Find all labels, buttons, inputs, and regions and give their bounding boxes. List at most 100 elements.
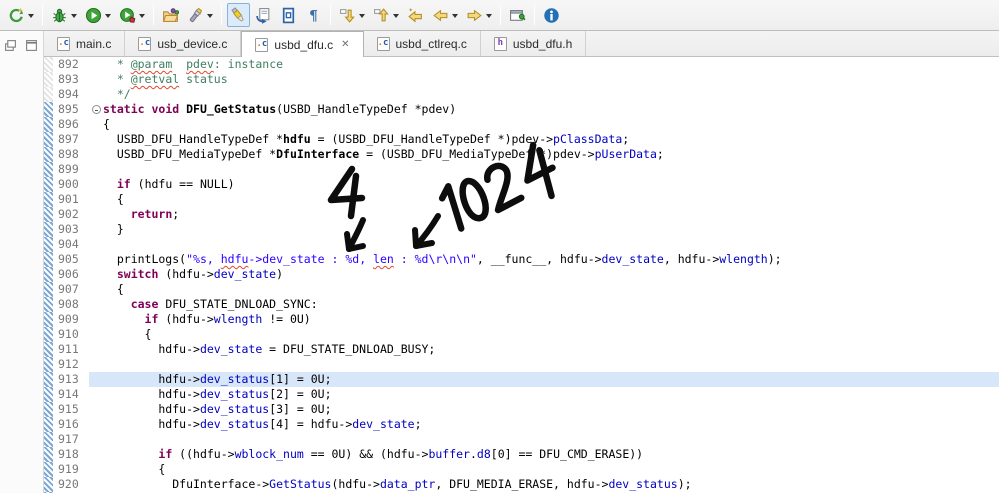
next-annotation-dropdown-arrow[interactable]	[359, 14, 365, 18]
forward-button[interactable]	[463, 3, 495, 27]
line-number: 898	[58, 147, 79, 161]
code-line-916[interactable]: 916 hdfu->dev_status[4] = hdfu->dev_stat…	[44, 417, 999, 432]
change-bar	[44, 72, 53, 87]
code-line-902[interactable]: 902 return;	[44, 207, 999, 222]
code-line-910[interactable]: 910 {	[44, 327, 999, 342]
tab-label: usbd_dfu.h	[512, 36, 573, 51]
run-icon	[85, 7, 102, 24]
fold-margin	[89, 372, 103, 387]
code-line-917[interactable]: 917	[44, 432, 999, 447]
change-bar	[44, 477, 53, 492]
code-text: hdfu->dev_status[2] = 0U;	[103, 387, 332, 401]
code-line-897[interactable]: 897 USBD_DFU_HandleTypeDef *hdfu = (USBD…	[44, 132, 999, 147]
code-line-908[interactable]: 908 case DFU_STATE_DNLOAD_SYNC:	[44, 297, 999, 312]
tab-usbd_dfu.h[interactable]: h usbd_dfu.h	[481, 31, 587, 56]
line-number: 901	[58, 192, 79, 206]
fold-margin	[89, 357, 103, 372]
code-line-892[interactable]: 892 * @param pdev: instance	[44, 57, 999, 72]
mark-occurrences-button[interactable]	[227, 3, 250, 27]
left-view-trim	[0, 31, 44, 493]
link-with-editor-icon	[255, 7, 272, 24]
run-dropdown-arrow[interactable]	[105, 14, 111, 18]
collapse-fold-icon[interactable]	[91, 105, 101, 114]
code-text: {	[103, 462, 166, 476]
fold-margin	[89, 117, 103, 132]
debug-button[interactable]	[48, 3, 80, 27]
code-line-920[interactable]: 920 DfuInterface->GetStatus(hdfu->data_p…	[44, 477, 999, 492]
debug-icon	[51, 7, 68, 24]
code-line-915[interactable]: 915 hdfu->dev_status[3] = 0U;	[44, 402, 999, 417]
line-number: 892	[58, 57, 79, 71]
code-line-904[interactable]: 904	[44, 237, 999, 252]
code-editor[interactable]: 892 * @param pdev: instance 893 * @retval…	[44, 57, 999, 493]
line-number: 913	[58, 372, 79, 386]
toolbar-separator	[330, 5, 331, 25]
change-bar	[44, 417, 53, 432]
change-bar	[44, 357, 53, 372]
code-line-907[interactable]: 907 {	[44, 282, 999, 297]
code-line-894[interactable]: 894 */	[44, 87, 999, 102]
change-bar	[44, 267, 53, 282]
code-line-913[interactable]: 913 hdfu->dev_status[1] = 0U;	[44, 372, 999, 387]
open-element-button[interactable]	[159, 3, 182, 27]
last-edit-location-button[interactable]	[404, 3, 427, 27]
code-line-919[interactable]: 919 {	[44, 462, 999, 477]
info-button[interactable]	[540, 3, 563, 27]
code-line-896[interactable]: 896 {	[44, 117, 999, 132]
search-dropdown-arrow[interactable]	[207, 14, 213, 18]
change-bar	[44, 462, 53, 477]
close-tab-icon[interactable]: ✕	[341, 39, 349, 50]
profile-button[interactable]	[116, 3, 148, 27]
debug-dropdown-arrow[interactable]	[71, 14, 77, 18]
change-bar	[44, 117, 53, 132]
code-line-914[interactable]: 914 hdfu->dev_status[2] = 0U;	[44, 387, 999, 402]
link-with-editor-button[interactable]	[252, 3, 275, 27]
code-line-900[interactable]: 900 if (hdfu == NULL)	[44, 177, 999, 192]
show-whitespace-button[interactable]: ¶	[302, 3, 325, 27]
code-line-905[interactable]: 905 printLogs("%s, hdfu->dev_state : %d,…	[44, 252, 999, 267]
change-bar	[44, 447, 53, 462]
code-line-918[interactable]: 918 if ((hdfu->wblock_num == 0U) && (hdf…	[44, 447, 999, 462]
previous-annotation-button[interactable]	[370, 3, 402, 27]
tab-main.c[interactable]: . c main.c	[44, 31, 126, 56]
tab-usbd_ctlreq.c[interactable]: . c usbd_ctlreq.c	[364, 31, 481, 56]
code-line-921[interactable]: 921 }	[44, 492, 999, 493]
pin-editor-button[interactable]	[506, 3, 529, 27]
forward-dropdown-arrow[interactable]	[486, 14, 492, 18]
show-annotations-button[interactable]	[277, 3, 300, 27]
back-icon	[432, 7, 449, 24]
code-line-899[interactable]: 899	[44, 162, 999, 177]
tab-usbd_dfu.c[interactable]: . c usbd_dfu.c ✕	[241, 31, 364, 57]
line-number: 909	[58, 312, 79, 326]
restore-pane-button[interactable]	[2, 37, 18, 53]
previous-annotation-dropdown-arrow[interactable]	[393, 14, 399, 18]
fold-margin	[89, 87, 103, 102]
new-launch-button[interactable]	[5, 3, 37, 27]
c-file-icon: .c	[255, 37, 269, 52]
code-line-901[interactable]: 901 {	[44, 192, 999, 207]
code-line-909[interactable]: 909 if (hdfu->wlength != 0U)	[44, 312, 999, 327]
fold-margin	[89, 312, 103, 327]
search-button[interactable]	[184, 3, 216, 27]
new-launch-dropdown-arrow[interactable]	[28, 14, 34, 18]
code-text: */	[103, 87, 131, 101]
fold-margin	[89, 237, 103, 252]
code-line-898[interactable]: 898 USBD_DFU_MediaTypeDef *DfuInterface …	[44, 147, 999, 162]
back-button[interactable]	[429, 3, 461, 27]
code-line-911[interactable]: 911 hdfu->dev_state = DFU_STATE_DNLOAD_B…	[44, 342, 999, 357]
code-line-912[interactable]: 912	[44, 357, 999, 372]
run-button[interactable]	[82, 3, 114, 27]
tab-usb_device.c[interactable]: . c usb_device.c	[125, 31, 242, 56]
next-annotation-button[interactable]	[336, 3, 368, 27]
back-dropdown-arrow[interactable]	[452, 14, 458, 18]
code-line-895[interactable]: 895 static void DFU_GetStatus(USBD_Handle…	[44, 102, 999, 117]
code-line-893[interactable]: 893 * @retval status	[44, 72, 999, 87]
line-number: 917	[58, 432, 79, 446]
line-number: 897	[58, 132, 79, 146]
fold-margin	[89, 462, 103, 477]
code-line-903[interactable]: 903 }	[44, 222, 999, 237]
profile-dropdown-arrow[interactable]	[139, 14, 145, 18]
code-text: hdfu->dev_status[4] = hdfu->dev_state;	[103, 417, 422, 431]
code-line-906[interactable]: 906 switch (hdfu->dev_state)	[44, 267, 999, 282]
maximize-pane-button[interactable]	[23, 37, 39, 53]
